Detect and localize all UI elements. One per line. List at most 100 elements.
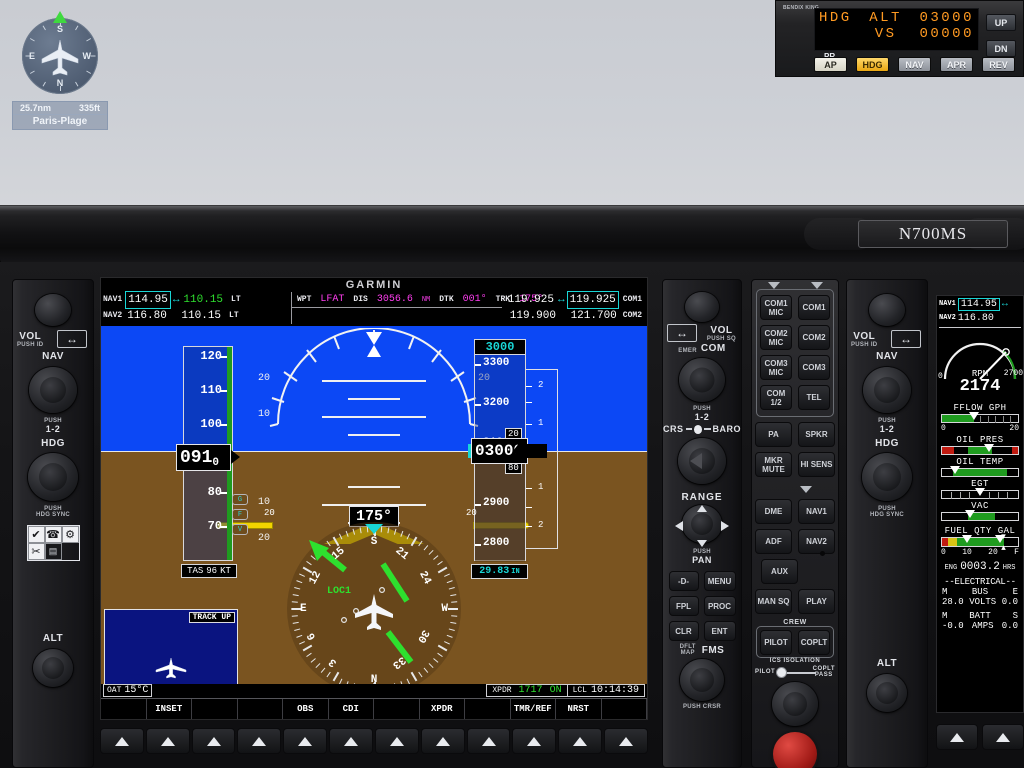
ap-button-nav[interactable]: NAV (898, 57, 931, 72)
menu-button[interactable]: MENU (703, 571, 736, 591)
com1-row[interactable]: 119.925 ↔ 119.925 COM1 (502, 291, 645, 309)
nav-frequency-knob-right[interactable] (863, 367, 911, 413)
softkey-label-10[interactable]: TMR/REF (511, 699, 556, 719)
softkey-button-4[interactable] (237, 728, 282, 754)
altitude-knob-left[interactable] (33, 649, 73, 687)
softkey-button-6[interactable] (329, 728, 373, 754)
clr-button[interactable]: CLR (668, 621, 699, 641)
com3-button[interactable]: COM3 (798, 355, 830, 380)
nav2-audio-button[interactable]: NAV2 (798, 529, 835, 554)
altitude-hundreds: 0 (494, 442, 504, 460)
volts-e-value: 0.0 (1001, 597, 1018, 607)
vol-knob-left[interactable] (35, 294, 71, 326)
softkey-button-7[interactable] (374, 728, 419, 754)
softkey-button-2[interactable] (145, 728, 190, 754)
heading-knob-left[interactable] (28, 453, 78, 501)
oilpres-title: OIL PRES (956, 435, 1004, 445)
nav1-row[interactable]: NAV1 114.95 ↔ 110.15 LT (103, 291, 289, 309)
softkey-button-1[interactable] (100, 728, 144, 754)
man-sq-button[interactable]: MAN SQ (755, 589, 792, 614)
softkey-label-8[interactable]: XPDR (420, 699, 465, 719)
heading-knob-right[interactable] (862, 453, 912, 501)
softkey-label-5[interactable]: OBS (283, 699, 329, 719)
mfd-nav2-row[interactable]: NAV2 116.80 (939, 311, 1021, 325)
com2-button[interactable]: COM2 (798, 325, 830, 350)
ap-button-rev[interactable]: REV (982, 57, 1015, 72)
play-button[interactable]: PLAY (798, 589, 835, 614)
wrench-icon[interactable]: ✂ (27, 543, 45, 560)
softkey-button-12[interactable] (604, 728, 648, 754)
ent-button[interactable]: ENT (703, 621, 736, 641)
nav1-audio-button[interactable]: NAV1 (798, 499, 835, 524)
pilot-button[interactable]: PILOT (760, 630, 792, 655)
softkey-button-11[interactable] (558, 728, 603, 754)
com2-row[interactable]: 119.900 ↔ 121.700 COM2 (502, 308, 645, 324)
softkey-label-9[interactable] (465, 699, 511, 719)
display-backup-button[interactable] (773, 732, 817, 768)
phone-icon[interactable]: ☎ (44, 526, 62, 543)
hi-sens-button[interactable]: HI SENS (798, 452, 835, 477)
pitch-mark-dn20: 20 (258, 533, 271, 544)
direct-to-button[interactable]: -D- (668, 571, 699, 591)
pa-button[interactable]: PA (755, 422, 792, 447)
nav2-row[interactable]: NAV2 116.80 ↔ 110.15 LT (103, 308, 289, 324)
volume-master-knob[interactable] (772, 682, 818, 726)
com-vol-knob[interactable] (685, 292, 719, 322)
crew-label: CREW (783, 619, 807, 626)
nav-frequency-knob-left[interactable] (29, 367, 77, 413)
ap-button-hdg[interactable]: HDG (856, 57, 889, 72)
fms-knob[interactable] (680, 659, 724, 701)
softkey-button-5[interactable] (283, 728, 328, 754)
softkey-label-1[interactable] (101, 699, 147, 719)
softkey-label-3[interactable] (192, 699, 238, 719)
softkey-button-3[interactable] (191, 728, 236, 754)
ap-button-ap[interactable]: AP (814, 57, 847, 72)
nav-label-right: NAV (876, 351, 898, 362)
com1-mic-button[interactable]: COM1 MIC (760, 295, 792, 320)
mfd-softkey-button-2[interactable] (982, 724, 1024, 750)
aux-button[interactable]: AUX (761, 559, 798, 584)
keyboard-icon[interactable]: ▤ (44, 543, 62, 560)
com12-button[interactable]: COM 1/2 (760, 385, 792, 410)
mfd-softkey-button-1[interactable] (936, 724, 978, 750)
adf-button[interactable]: ADF (755, 529, 792, 554)
softkey-button-10[interactable] (512, 728, 557, 754)
tel-button[interactable]: TEL (798, 385, 830, 410)
ap-button-dn[interactable]: DN (986, 40, 1016, 57)
com-frequency-knob[interactable] (679, 358, 725, 402)
mfd-nav1-row[interactable]: NAV1 114.95 ↔ (939, 297, 1021, 311)
vsi-dn1: 1 (538, 482, 544, 492)
softkey-button-9[interactable] (466, 728, 511, 754)
com3-mic-button[interactable]: COM3 MIC (760, 355, 792, 380)
true-airspeed-box: TAS 96 KT (181, 564, 237, 578)
softkey-label-11[interactable]: NRST (556, 699, 602, 719)
inset-map[interactable]: TRACK UP 3 NM (104, 609, 238, 684)
com2-mic-button[interactable]: COM2 MIC (760, 325, 792, 350)
ap-button-up[interactable]: UP (986, 14, 1016, 31)
proc-button[interactable]: PROC (703, 596, 736, 616)
check-icon[interactable]: ✔ (27, 526, 45, 543)
crs-baro-knob[interactable] (678, 438, 726, 484)
com1-button[interactable]: COM1 (798, 295, 830, 320)
vol-knob-right[interactable] (869, 294, 905, 326)
spkr-button[interactable]: SPKR (798, 422, 835, 447)
softkey-label-12[interactable] (602, 699, 647, 719)
softkey-label-6[interactable]: CDI (329, 699, 374, 719)
nav-swap-button-left[interactable]: ↔ (57, 330, 87, 348)
fpl-button[interactable]: FPL (668, 596, 699, 616)
altitude-knob-right[interactable] (867, 674, 907, 712)
ics-slider-handle[interactable] (776, 667, 787, 678)
ap-button-apr[interactable]: APR (940, 57, 973, 72)
softkey-button-8[interactable] (420, 728, 465, 754)
mkr-mute-button[interactable]: MKR MUTE (755, 452, 792, 477)
horizontal-situation-indicator[interactable]: S N E W 21 24 30 33 3 6 12 15 LOC1 (287, 522, 461, 684)
com-swap-button[interactable]: ↔ (667, 324, 697, 342)
gear-icon[interactable]: ⚙ (61, 526, 79, 543)
dme-button[interactable]: DME (755, 499, 792, 524)
softkey-label-2[interactable]: INSET (147, 699, 192, 719)
softkey-label-7[interactable] (374, 699, 420, 719)
softkey-label-4[interactable] (238, 699, 283, 719)
xpdr-box[interactable]: XPDR 1717 ON (486, 683, 568, 697)
nav-swap-button-right[interactable]: ↔ (891, 330, 921, 348)
coplt-button[interactable]: COPLT (798, 630, 830, 655)
